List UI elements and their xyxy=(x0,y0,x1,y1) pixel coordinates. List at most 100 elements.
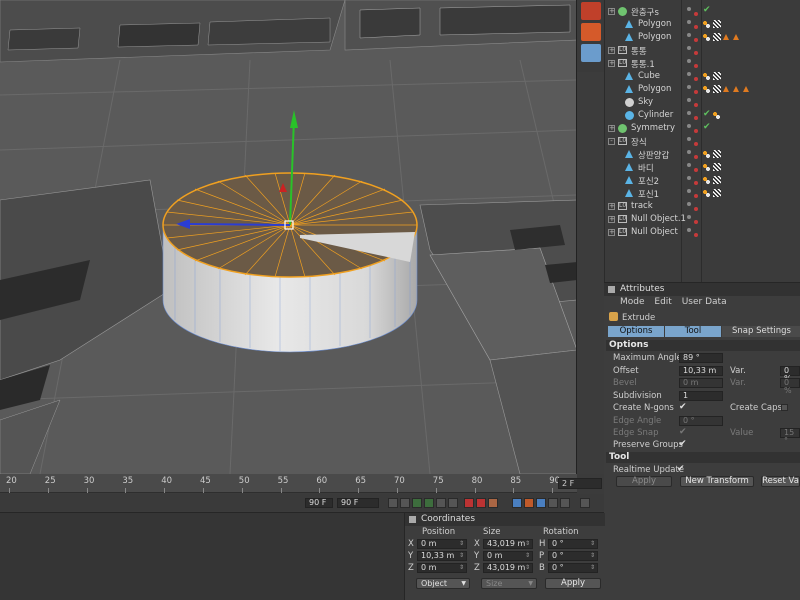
position-field[interactable]: 0 m ⇕ xyxy=(417,539,467,549)
menu-edit[interactable]: Edit xyxy=(654,297,671,307)
render-visibility-dot[interactable] xyxy=(694,103,698,107)
tab-options[interactable]: Options xyxy=(608,326,664,337)
editor-visibility-dot[interactable] xyxy=(687,98,691,102)
editor-visibility-dot[interactable] xyxy=(687,202,691,206)
position-key-button[interactable] xyxy=(512,498,522,508)
object-row[interactable]: Polygon xyxy=(605,31,800,44)
render-visibility-dot[interactable] xyxy=(694,64,698,68)
render-visibility-dot[interactable] xyxy=(694,77,698,81)
editor-visibility-dot[interactable] xyxy=(687,7,691,11)
object-row[interactable]: Polygon xyxy=(605,18,800,31)
selection-tag-icon[interactable] xyxy=(733,86,739,92)
phong-tag-icon[interactable] xyxy=(703,151,710,158)
editor-visibility-dot[interactable] xyxy=(687,72,691,76)
param-key-button[interactable] xyxy=(548,498,558,508)
editor-visibility-dot[interactable] xyxy=(687,189,691,193)
rotation-field[interactable]: 0 ° ⇕ xyxy=(548,563,598,573)
size-field[interactable]: 0 m ⇕ xyxy=(483,551,533,561)
preserve-groups-checkbox[interactable]: ✔ xyxy=(679,439,687,449)
texture-tag-icon[interactable] xyxy=(713,20,721,28)
editor-visibility-dot[interactable] xyxy=(687,163,691,167)
go-to-start-button[interactable] xyxy=(388,498,398,508)
tab-tool[interactable]: Tool xyxy=(665,326,721,337)
current-frame-field[interactable]: 2 F xyxy=(558,478,602,489)
texture-tag-icon[interactable] xyxy=(713,33,721,41)
phong-tag-icon[interactable] xyxy=(713,112,720,119)
render-visibility-dot[interactable] xyxy=(694,207,698,211)
phong-tag-icon[interactable] xyxy=(703,164,710,171)
texture-tag-icon[interactable] xyxy=(713,72,721,80)
coordinate-mode-dropdown[interactable]: Object ▼ xyxy=(416,578,470,589)
pla-key-button[interactable] xyxy=(560,498,570,508)
enabled-check-icon[interactable]: ✔ xyxy=(703,5,711,15)
render-visibility-dot[interactable] xyxy=(694,142,698,146)
autokey-button[interactable] xyxy=(476,498,486,508)
editor-visibility-dot[interactable] xyxy=(687,137,691,141)
object-row[interactable]: + 완충구s ✔ xyxy=(605,5,800,18)
size-mode-dropdown[interactable]: Size ▼ xyxy=(481,578,537,589)
enabled-check-icon[interactable]: ✔ xyxy=(703,122,711,132)
timeline-menu-button[interactable] xyxy=(580,498,590,508)
editor-visibility-dot[interactable] xyxy=(687,85,691,89)
expand-toggle-icon[interactable]: + xyxy=(608,8,615,15)
render-visibility-dot[interactable] xyxy=(694,168,698,172)
object-row[interactable]: + L0 Null Object.1 xyxy=(605,213,800,226)
scale-key-button[interactable] xyxy=(524,498,534,508)
editor-visibility-dot[interactable] xyxy=(687,20,691,24)
render-visibility-dot[interactable] xyxy=(694,25,698,29)
render-visibility-dot[interactable] xyxy=(694,90,698,94)
editor-visibility-dot[interactable] xyxy=(687,228,691,232)
texture-tag-icon[interactable] xyxy=(713,163,721,171)
expand-toggle-icon[interactable]: + xyxy=(608,216,615,223)
create-caps-checkbox[interactable] xyxy=(781,404,788,411)
object-row[interactable]: 바디 xyxy=(605,161,800,174)
texture-tag-icon[interactable] xyxy=(713,189,721,197)
coordinates-apply-button[interactable]: Apply xyxy=(545,578,601,589)
texture-tag-icon[interactable] xyxy=(713,176,721,184)
expand-toggle-icon[interactable]: + xyxy=(608,60,615,67)
new-transform-button[interactable]: New Transform xyxy=(680,476,754,487)
object-row[interactable]: Cylinder ✔ xyxy=(605,109,800,122)
object-row[interactable]: Polygon xyxy=(605,83,800,96)
object-row[interactable]: + L0 Null Object xyxy=(605,226,800,239)
editor-visibility-dot[interactable] xyxy=(687,124,691,128)
render-visibility-dot[interactable] xyxy=(694,233,698,237)
object-row[interactable]: - L0 장식 xyxy=(605,135,800,148)
prev-frame-button[interactable] xyxy=(412,498,422,508)
menu-user-data[interactable]: User Data xyxy=(682,297,727,307)
editor-visibility-dot[interactable] xyxy=(687,215,691,219)
rotation-key-button[interactable] xyxy=(536,498,546,508)
object-row[interactable]: 포신2 xyxy=(605,174,800,187)
next-key-button[interactable] xyxy=(448,498,458,508)
editor-visibility-dot[interactable] xyxy=(687,59,691,63)
object-row[interactable]: + Symmetry ✔ xyxy=(605,122,800,135)
render-visibility-dot[interactable] xyxy=(694,155,698,159)
phong-tag-icon[interactable] xyxy=(703,86,710,93)
menu-mode[interactable]: Mode xyxy=(620,297,645,307)
tool-icon-2[interactable] xyxy=(581,23,601,41)
reset-values-button[interactable]: Reset Va xyxy=(761,476,800,487)
phong-tag-icon[interactable] xyxy=(703,190,710,197)
phong-tag-icon[interactable] xyxy=(703,73,710,80)
texture-tag-icon[interactable] xyxy=(713,85,721,93)
render-visibility-dot[interactable] xyxy=(694,194,698,198)
position-field[interactable]: 10,33 m ⇕ xyxy=(417,551,467,561)
render-visibility-dot[interactable] xyxy=(694,51,698,55)
tab-snap-settings[interactable]: Snap Settings xyxy=(722,326,800,337)
max-angle-field[interactable]: 89 ° xyxy=(679,353,723,363)
max-frame-field[interactable]: 90 F xyxy=(337,498,379,508)
expand-toggle-icon[interactable]: + xyxy=(608,125,615,132)
editor-visibility-dot[interactable] xyxy=(687,176,691,180)
expand-toggle-icon[interactable]: + xyxy=(608,47,615,54)
create-ngons-checkbox[interactable]: ✔ xyxy=(679,402,687,412)
prev-key-button[interactable] xyxy=(400,498,410,508)
render-visibility-dot[interactable] xyxy=(694,116,698,120)
object-row[interactable]: 상판양갑 xyxy=(605,148,800,161)
editor-visibility-dot[interactable] xyxy=(687,33,691,37)
object-row[interactable]: Sky xyxy=(605,96,800,109)
phong-tag-icon[interactable] xyxy=(703,177,710,184)
offset-field[interactable]: 10,33 m xyxy=(679,366,723,376)
object-row[interactable]: Cube xyxy=(605,70,800,83)
realtime-update-checkbox[interactable]: ✔ xyxy=(677,464,685,474)
selection-tag-icon[interactable] xyxy=(723,86,729,92)
